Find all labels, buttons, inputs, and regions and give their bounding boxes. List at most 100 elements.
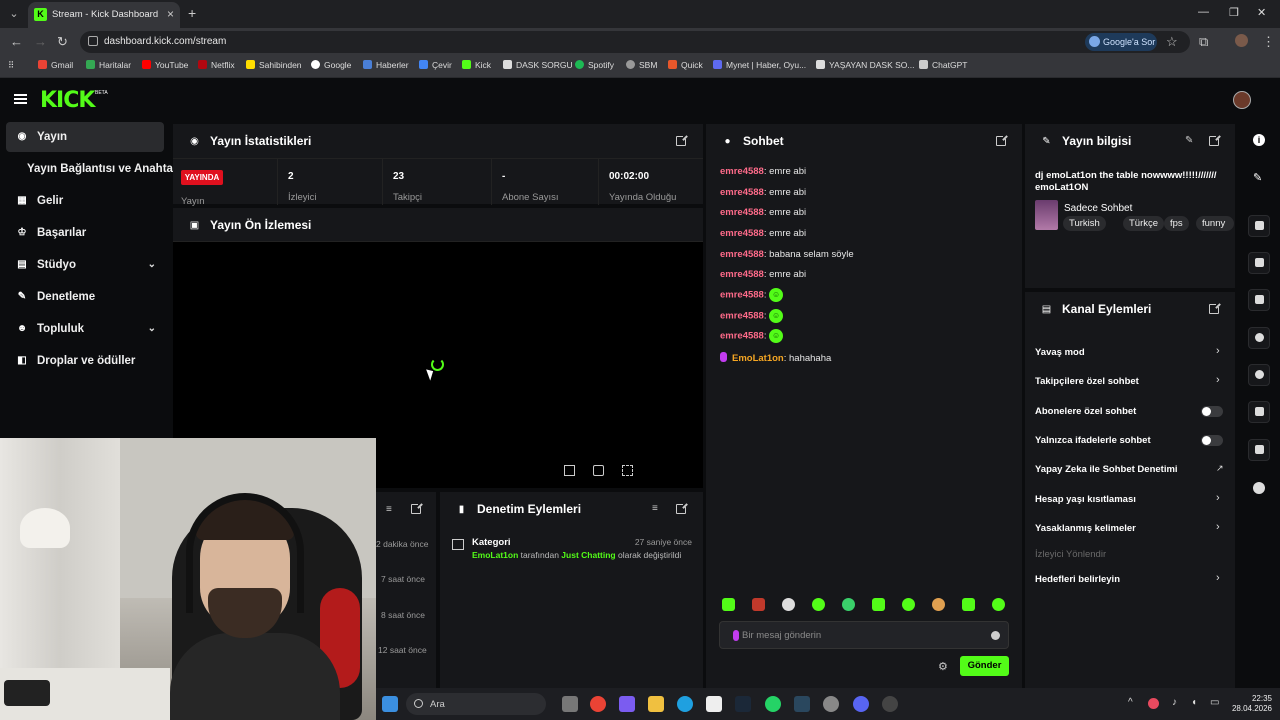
action-slow-mode[interactable]: Yavaş mod [1035,347,1225,358]
emote-icon[interactable] [932,598,945,611]
filter-icon[interactable]: ≡ [652,503,658,514]
sidebar-item-droplar[interactable]: ◧ Droplar ve ödüller [6,346,164,376]
popout-icon[interactable] [411,502,423,514]
whatsapp-icon[interactable] [765,696,781,712]
edit-icon[interactable]: ✎ [1185,135,1193,146]
action-ai-moderation[interactable]: Yapay Zeka ile Sohbet Denetimi [1035,464,1225,475]
emote-icon[interactable] [812,598,825,611]
chevron-right-icon[interactable]: › [1216,345,1220,357]
bookmark-gmail[interactable]: Gmail [38,60,73,70]
sidebar-item-basarilar[interactable]: ♔ Başarılar [6,218,164,248]
taskbar-clock[interactable]: 22:35 28.04.2026 [1228,694,1272,714]
taskbar-search[interactable]: Ara [406,693,546,715]
bookmark-cevir[interactable]: Çevir [419,60,452,70]
bookmark-dask[interactable]: DASK SORGU [503,60,573,70]
action-followers-chat[interactable]: Takipçilere özel sohbet [1035,376,1225,387]
forward-icon[interactable]: → [34,34,47,49]
emote-icon[interactable] [992,598,1005,611]
apps-icon[interactable]: ⠿ [8,60,14,71]
settings-icon[interactable] [823,696,839,712]
popout-icon[interactable] [676,502,688,514]
chevron-right-icon[interactable]: › [1216,521,1220,533]
store-icon[interactable] [706,696,722,712]
minimize-icon[interactable]: — [1198,6,1209,18]
bookmark-youtube[interactable]: YouTube [142,60,188,70]
bookmark-sahibinden[interactable]: Sahibinden [246,60,302,70]
steam-icon[interactable] [735,696,751,712]
chevron-right-icon[interactable]: › [1216,374,1220,386]
browser-tab[interactable]: K Stream - Kick Dashboard × [28,2,180,28]
rail-camera-icon[interactable] [1248,215,1270,237]
emote-icon[interactable] [842,598,855,611]
tab-search-icon[interactable]: ⌄ [6,6,22,22]
chat-settings-icon[interactable]: ⚙ [938,660,948,673]
menu-icon[interactable] [14,94,27,104]
profile-avatar[interactable] [1235,34,1248,47]
fullscreen-icon[interactable] [622,465,633,476]
sidebar-item-yayin[interactable]: ◉ Yayın [6,122,164,152]
rail-broadcast-icon[interactable] [1248,364,1270,386]
mic-tray-icon[interactable]: ♪ [1172,697,1177,708]
popout-icon[interactable] [1209,302,1221,314]
copilot-icon[interactable] [619,696,635,712]
browser-menu-icon[interactable]: ⋮ [1262,34,1275,50]
chat-input-box[interactable] [719,621,1009,649]
bookmark-haritalar[interactable]: Haritalar [86,60,131,70]
emote-icon[interactable] [902,598,915,611]
discord-icon[interactable] [853,696,869,712]
sidebar-item-topluluk[interactable]: ☻ Topluluk ⌄ [6,314,164,344]
info-icon[interactable]: i [1253,134,1265,146]
bookmark-mynet[interactable]: Mynet | Haber, Oyu... [713,60,806,70]
theater-icon[interactable] [593,465,604,476]
app-icon[interactable] [882,696,898,712]
rail-list-icon[interactable] [1248,401,1270,423]
kick-logo[interactable]: KICK [40,88,95,113]
back-icon[interactable]: ← [10,34,23,49]
extensions-icon[interactable]: ⧉ [1199,34,1208,50]
rail-people-icon[interactable] [1253,482,1265,494]
emote-icon[interactable] [722,598,735,611]
popout-icon[interactable] [996,134,1008,146]
sidebar-item-stream-key[interactable]: Yayın Bağlantısı ve Anahtarı [6,154,181,184]
windows-start-icon[interactable] [382,696,398,712]
filter-icon[interactable]: ≡ [386,504,392,515]
tray-app-icon[interactable] [1148,698,1159,709]
bookmark-chatgpt[interactable]: ChatGPT [919,60,967,70]
emote-chat-toggle[interactable] [1201,435,1223,446]
subs-chat-toggle[interactable] [1201,406,1223,417]
bookmark-yasayan-dask[interactable]: YAŞAYAN DASK SO... [816,60,915,70]
bookmark-google[interactable]: Google [311,60,351,70]
bookmark-quick[interactable]: Quick [668,60,703,70]
send-button[interactable]: Gönder [960,656,1009,676]
sidebar-item-gelir[interactable]: ▦ Gelir [6,186,164,216]
emote-icon[interactable] [872,598,885,611]
rail-bolt-icon[interactable] [1248,252,1270,274]
url-field[interactable]: dashboard.kick.com/stream [80,31,1190,53]
chevron-right-icon[interactable]: › [1216,492,1220,504]
chrome-icon[interactable] [590,696,606,712]
action-set-goals[interactable]: Hedefleri belirleyin [1035,574,1225,585]
close-tab-icon[interactable]: × [167,7,174,21]
bookmark-kick[interactable]: Kick [462,60,491,70]
pencil-icon[interactable]: ✎ [1253,171,1262,184]
bookmark-haberler[interactable]: Haberler [363,60,409,70]
emote-icon[interactable] [782,598,795,611]
bookmark-sbm[interactable]: SBM [626,60,657,70]
file-explorer-icon[interactable] [648,696,664,712]
popout-icon[interactable] [1209,134,1221,146]
emote-icon[interactable] [962,598,975,611]
rail-document-icon[interactable] [1248,289,1270,311]
restore-icon[interactable]: ❐ [1229,6,1239,19]
user-avatar[interactable] [1233,91,1251,109]
reload-icon[interactable]: ↻ [57,34,68,50]
new-tab-icon[interactable]: + [188,5,196,21]
bookmark-star-icon[interactable]: ☆ [1166,34,1178,50]
action-account-age[interactable]: Hesap yaşı kısıtlaması [1035,494,1225,505]
sidebar-item-studyo[interactable]: ▤ Stüdyo ⌄ [6,250,164,280]
rail-wrench-icon[interactable] [1248,439,1270,461]
task-view-icon[interactable] [562,696,578,712]
site-info-icon[interactable] [88,36,98,46]
emoji-picker-icon[interactable] [991,631,1000,640]
bookmark-netflix[interactable]: Netflix [198,60,235,70]
volume-icon[interactable]: ◖ [1191,697,1197,708]
